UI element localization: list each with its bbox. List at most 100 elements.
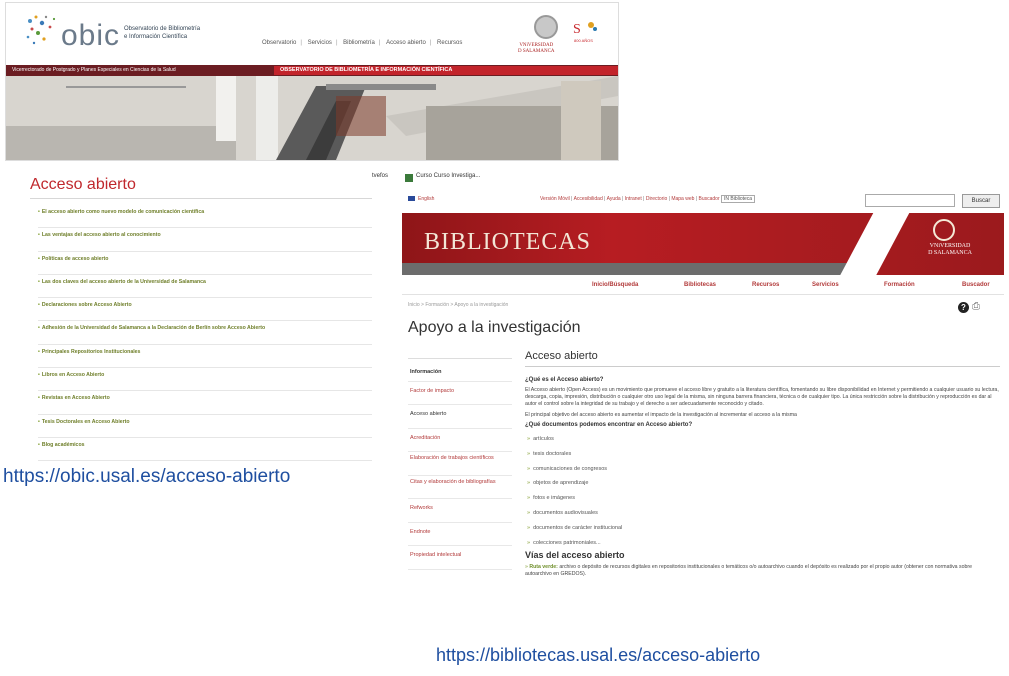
sidebar-menu: Información Factor de impacto Acceso abi… bbox=[408, 358, 512, 570]
usal-banner-logo[interactable]: VNiVERSIDAD D SALAMANCA bbox=[910, 243, 990, 257]
bibliotecas-banner: BIBLIOTECAS VNiVERSIDAD D SALAMANCA bbox=[402, 213, 1004, 275]
bookmarks-label: tvefos bbox=[372, 173, 389, 179]
banner-univ-line-1: VNiVERSIDAD bbox=[929, 243, 971, 249]
obic-bar-left-text: Vicerrectorado de Postgrado y Planes Esp… bbox=[12, 67, 176, 73]
bibliotecas-url-link[interactable]: https://bibliotecas.usal.es/acceso-abier… bbox=[436, 645, 760, 666]
sidebar-item-elaboracion-trabajos[interactable]: Elaboración de trabajos científicos bbox=[408, 452, 512, 476]
list-item[interactable]: • Las ventajas del acceso abierto al cono… bbox=[38, 228, 378, 252]
usal-seal-icon bbox=[534, 15, 558, 39]
bookmark-item[interactable]: Curso Curso Investiga... bbox=[416, 173, 480, 179]
ruta-verde-label: Ruta verde: bbox=[529, 564, 558, 571]
bookmark-favicon-icon bbox=[405, 174, 413, 182]
svg-text:S: S bbox=[573, 22, 581, 37]
document-types-list: » artículos » tesis doctorales » comunicaci… bbox=[525, 432, 1000, 550]
usal-logo-text[interactable]: VNiVERSIDAD D SALAMANCA bbox=[518, 43, 555, 55]
usal-seal-icon bbox=[933, 219, 955, 241]
help-icon[interactable]: ? bbox=[958, 302, 969, 313]
search-scope-select[interactable]: IN Biblioteca bbox=[721, 195, 756, 203]
obic-nav-recursos[interactable]: Recursos bbox=[437, 40, 462, 46]
top-link-accesibilidad[interactable]: Accesibilidad bbox=[574, 196, 603, 202]
obic-screenshot: obic Observatorio de Bibliometría e Info… bbox=[5, 2, 619, 161]
sidebar-item-endnote[interactable]: Endnote bbox=[408, 523, 512, 546]
obic-subtitle-line-1: Observatorio de Bibliometría bbox=[124, 26, 201, 32]
anniversary-label: 800 AÑOS bbox=[574, 38, 593, 43]
bibliotecas-logo-text[interactable]: BIBLIOTECAS bbox=[424, 229, 591, 256]
obic-url-link[interactable]: https://obic.usal.es/acceso-abierto bbox=[3, 466, 290, 488]
uk-flag-icon bbox=[408, 196, 415, 201]
vias-heading: Vías del acceso abierto bbox=[525, 550, 625, 561]
obic-nav-observatorio[interactable]: Observatorio bbox=[262, 40, 296, 46]
section-title: Acceso abierto bbox=[525, 350, 1000, 367]
ruta-verde-text: archivo o depósito de recursos digitales… bbox=[525, 564, 972, 578]
obic-red-bar: Vicerrectorado de Postgrado y Planes Esp… bbox=[6, 65, 618, 76]
question-heading-1: ¿Qué es el Acceso abierto? bbox=[525, 377, 604, 383]
list-item: » colecciones patrimoniales... bbox=[527, 539, 601, 546]
staircase-photo-image bbox=[6, 76, 618, 160]
title-divider bbox=[30, 198, 375, 199]
page-title: Apoyo a la investigación bbox=[408, 319, 581, 336]
list-item[interactable]: • Blog académicos bbox=[38, 438, 378, 462]
nav-formacion[interactable]: Formación bbox=[884, 282, 915, 288]
list-item: » documentos audiovisuales bbox=[527, 509, 598, 516]
question-heading-2: ¿Qué documentos podemos encontrar en Acc… bbox=[525, 422, 693, 428]
print-icon[interactable]: ⎙ bbox=[972, 302, 982, 312]
usal-line-2: D SALAMANCA bbox=[518, 49, 555, 54]
bib-main-nav: Inicio/Búsqueda Bibliotecas Recursos Ser… bbox=[402, 276, 1004, 295]
bibliotecas-screenshot: tvefos Curso Curso Investiga... English … bbox=[372, 168, 1004, 638]
sidebar-item-propiedad-intelectual[interactable]: Propiedad intelectual bbox=[408, 546, 512, 570]
sidebar-item-acreditacion[interactable]: Acreditación bbox=[408, 429, 512, 452]
sidebar-item-citas-bibliografias[interactable]: Citas y elaboración de bibliografías bbox=[408, 476, 512, 499]
browser-bookmarks-bar: tvefos Curso Curso Investiga... bbox=[372, 168, 1004, 188]
paragraph-1: El Acceso abierto (Open Access) es un mo… bbox=[525, 387, 999, 407]
english-link[interactable]: English bbox=[418, 196, 434, 202]
obic-nav-bibliometria[interactable]: Bibliometría bbox=[343, 40, 375, 46]
obic-header: obic Observatorio de Bibliometría e Info… bbox=[6, 3, 618, 65]
list-item: » comunicaciones de congresos bbox=[527, 465, 608, 472]
list-item[interactable]: • Principales Repositorios Institucionale… bbox=[38, 345, 378, 369]
list-item[interactable]: • Revistas en Acceso Abierto bbox=[38, 391, 378, 415]
obic-bar-right-text: OBSERVATORIO DE BIBLIOMETRÍA E INFORMACI… bbox=[274, 66, 618, 75]
paragraph-2: El principal objetivo del acceso abierto… bbox=[525, 412, 797, 418]
sidebar-item-refworks[interactable]: Refworks bbox=[408, 499, 512, 523]
top-link-ayuda[interactable]: Ayuda bbox=[607, 196, 621, 202]
obic-nav-servicios[interactable]: Servicios bbox=[308, 40, 332, 46]
sidebar-item-factor-impacto[interactable]: Factor de impacto bbox=[408, 382, 512, 405]
sidebar-heading: Información bbox=[408, 358, 512, 382]
list-item: » objetos de aprendizaje bbox=[527, 480, 589, 487]
list-item: » artículos bbox=[527, 436, 554, 442]
list-item[interactable]: • Libros en Acceso Abierto bbox=[38, 368, 378, 392]
usal-800-anniversary-icon: S 800 AÑOS bbox=[573, 22, 597, 43]
banner-grey-strip bbox=[402, 263, 872, 275]
list-item[interactable]: • Declaraciones sobre Acceso Abierto bbox=[38, 298, 378, 322]
search-input[interactable] bbox=[865, 194, 955, 207]
search-button[interactable]: Buscar bbox=[962, 194, 1000, 208]
list-item[interactable]: • Adhesión de la Universidad de Salamanca… bbox=[38, 321, 378, 345]
sidebar-item-acceso-abierto[interactable]: Acceso abierto bbox=[408, 405, 512, 429]
list-item[interactable]: • Tesis Doctorales en Acceso Abierto bbox=[38, 415, 378, 438]
banner-univ-line-2: D SALAMANCA bbox=[928, 250, 972, 256]
list-item[interactable]: • Políticas de acceso abierto bbox=[38, 252, 378, 275]
breadcrumb[interactable]: Inicio > Formación > Apoyo a la investig… bbox=[408, 302, 508, 308]
ruta-verde-paragraph: » Ruta verde: archivo o depósito de recu… bbox=[525, 564, 972, 578]
list-item[interactable]: • El acceso abierto como nuevo modelo de … bbox=[38, 205, 378, 229]
obic-logo-text[interactable]: obic bbox=[61, 19, 120, 53]
nav-bibliotecas[interactable]: Bibliotecas bbox=[684, 282, 716, 288]
top-link-directorio[interactable]: Directorio bbox=[646, 196, 667, 202]
top-link-buscador[interactable]: Buscador bbox=[699, 196, 720, 202]
top-link-intranet[interactable]: Intranet bbox=[625, 196, 642, 202]
obic-nav-acceso-abierto[interactable]: Acceso abierto bbox=[386, 40, 426, 46]
nav-servicios[interactable]: Servicios bbox=[812, 282, 839, 288]
nav-inicio-busqueda[interactable]: Inicio/Búsqueda bbox=[592, 282, 638, 288]
list-item: » fotos e imágenes bbox=[527, 495, 575, 502]
acceso-abierto-title: Acceso abierto bbox=[30, 176, 136, 193]
nav-recursos[interactable]: Recursos bbox=[752, 282, 779, 288]
list-item: » tesis doctorales bbox=[527, 450, 572, 457]
obic-nav: Observatorio | Servicios | Bibliometría | A… bbox=[262, 40, 463, 46]
obic-header-photo bbox=[6, 76, 618, 160]
nav-buscador[interactable]: Buscador bbox=[962, 282, 990, 288]
obic-logo-subtitle: Observatorio de Bibliometría e Informaci… bbox=[124, 25, 200, 41]
list-item[interactable]: • Las dos claves del acceso abierto de la… bbox=[38, 275, 378, 299]
main-content: Acceso abierto ¿Qué es el Acceso abierto… bbox=[525, 350, 1000, 578]
top-link-mapa-web[interactable]: Mapa web bbox=[671, 196, 694, 202]
top-link-version-movil[interactable]: Versión Móvil bbox=[540, 196, 570, 202]
